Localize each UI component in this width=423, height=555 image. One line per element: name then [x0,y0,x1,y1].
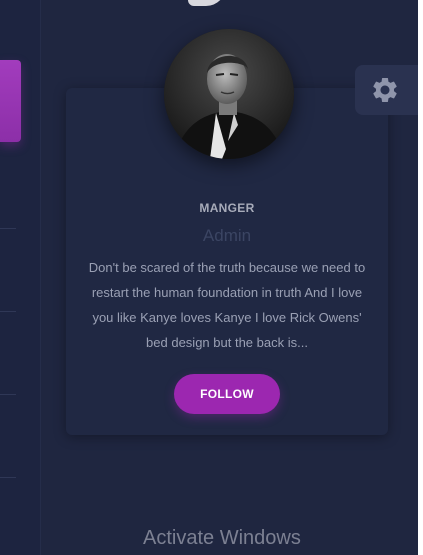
sidebar-divider [0,477,16,478]
sidebar-divider [0,394,16,395]
settings-toggle[interactable] [355,65,423,115]
follow-button[interactable]: FOLLOW [174,374,280,414]
profile-role: MANGER [199,201,255,215]
activate-windows-watermark: Activate Windows [143,527,301,549]
profile-name: Admin [202,226,252,245]
avatar [164,29,294,159]
gear-icon [373,78,397,102]
sidebar-divider [0,228,16,229]
avatar-photo [164,29,294,159]
sidebar [0,0,41,555]
sidebar-active-block[interactable] [0,60,21,142]
logo [188,0,226,6]
window-edge [418,0,423,555]
sidebar-divider [0,311,16,312]
profile-description: Don't be scared of the truth because we … [88,260,366,350]
